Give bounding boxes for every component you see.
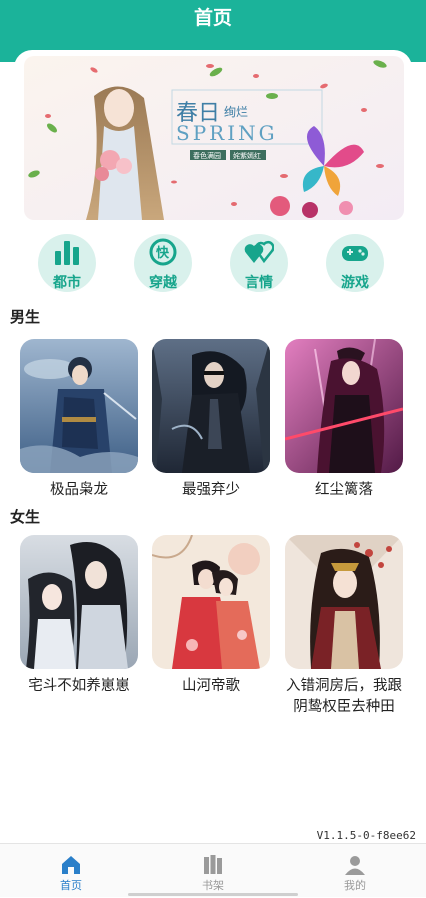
- page-title: 首页: [193, 7, 232, 29]
- book-cover[interactable]: [285, 535, 403, 669]
- book-cover[interactable]: [285, 339, 403, 473]
- category-row: 都市 快 穿越 言情 游戏: [0, 234, 426, 296]
- hearts-icon: [244, 240, 274, 264]
- time-travel-icon: 快: [149, 238, 177, 266]
- category-youxi[interactable]: 游戏: [326, 234, 384, 292]
- tab-profile[interactable]: 我的: [284, 844, 426, 898]
- tab-label: 我的: [344, 879, 366, 892]
- book-title: 极品枭龙: [50, 482, 108, 498]
- bookshelf-icon: [204, 855, 222, 874]
- gamepad-icon: [342, 246, 368, 261]
- book-cover[interactable]: [20, 535, 138, 669]
- section-title-female: 女生: [10, 508, 41, 526]
- book-title: 红尘篱落: [315, 482, 373, 498]
- banner-illustration: 春日 绚烂 SPRING 春色满园 姹紫嫣红: [24, 56, 404, 220]
- home-indicator: [128, 893, 298, 896]
- category-label: 都市: [53, 275, 81, 291]
- version-label: V1.1.5-0-f8ee62: [316, 829, 416, 842]
- tab-bookshelf[interactable]: 书架: [142, 844, 284, 898]
- category-yanqing[interactable]: 言情: [230, 234, 288, 292]
- user-icon: [345, 856, 365, 875]
- banner-tag-left: 春色满园: [193, 151, 221, 160]
- tab-label: 首页: [60, 879, 82, 892]
- section-title-male: 男生: [10, 308, 41, 326]
- book-title: 入错洞房后，我跟阴鸷权臣去种田: [286, 678, 402, 715]
- tab-bar: 首页 书架 我的: [0, 843, 426, 897]
- banner-headline-small: 绚烂: [224, 105, 248, 119]
- book-title: 最强弃少: [182, 482, 240, 498]
- spring-banner[interactable]: 春日 绚烂 SPRING 春色满园 姹紫嫣红: [24, 56, 404, 220]
- book-title: 宅斗不如养崽崽: [28, 678, 130, 694]
- book-title: 山河帝歌: [182, 678, 240, 694]
- category-label: 穿越: [149, 275, 177, 291]
- home-icon: [62, 856, 80, 874]
- bar-chart-icon: [55, 241, 79, 265]
- category-chuanyue[interactable]: 快 穿越: [134, 234, 192, 292]
- category-label: 游戏: [341, 275, 369, 291]
- banner-subtitle: SPRING: [176, 121, 278, 145]
- book-cover[interactable]: [152, 339, 270, 473]
- book-cover[interactable]: [20, 339, 138, 473]
- tab-label: 书架: [202, 879, 224, 892]
- category-label: 言情: [245, 275, 273, 291]
- svg-text:快: 快: [156, 245, 170, 261]
- category-dushi[interactable]: 都市: [38, 234, 96, 292]
- book-cover[interactable]: [152, 535, 270, 669]
- banner-tag-right: 姹紫嫣红: [233, 151, 261, 160]
- tab-home[interactable]: 首页: [0, 844, 142, 898]
